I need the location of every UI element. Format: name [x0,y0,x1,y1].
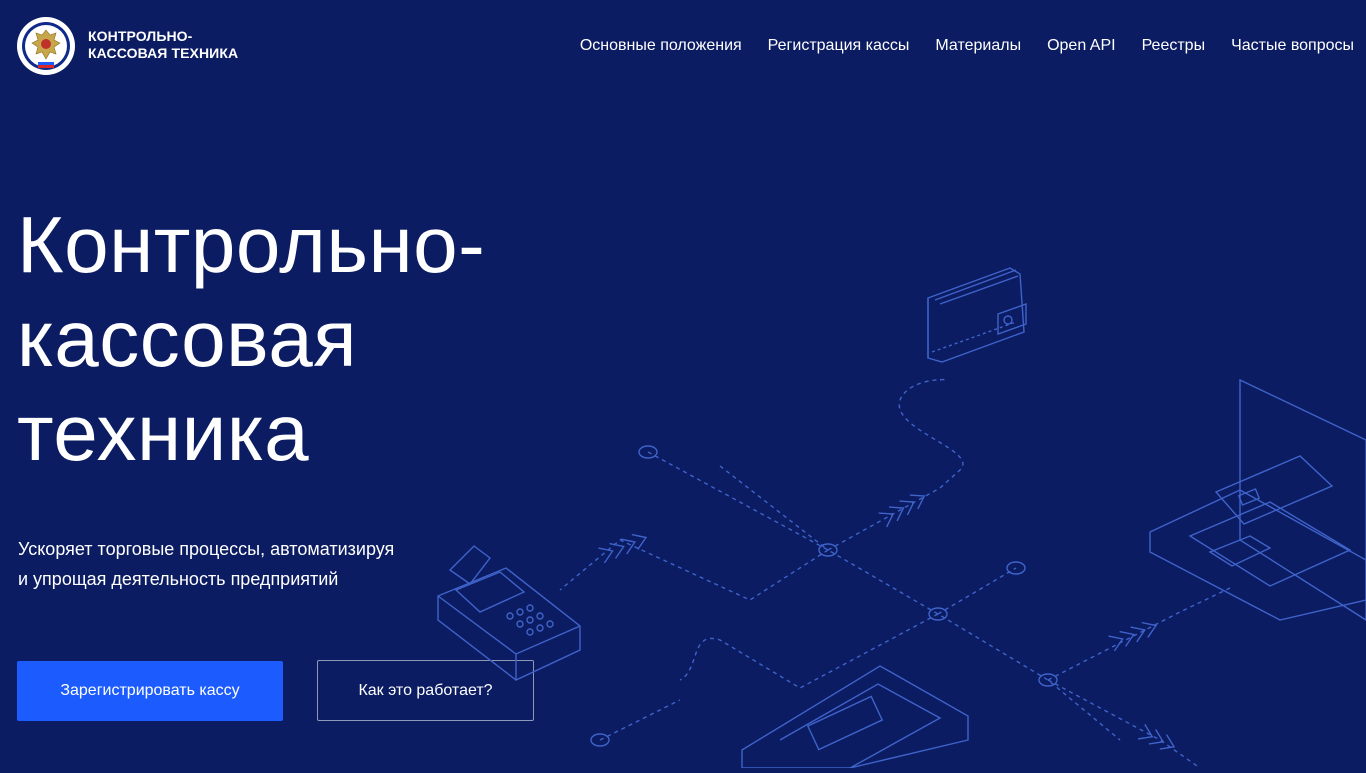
hero-subtitle-line-2: и упрощая деятельность предприятий [18,569,339,589]
logo-line-1: КОНТРОЛЬНО- [88,28,193,44]
emblem-icon [17,17,75,75]
hero-subtitle-line-1: Ускоряет торговые процессы, автоматизиру… [18,539,395,559]
nav-item-main-provisions[interactable]: Основные положения [580,36,742,56]
hero-title-line-3: техника [17,388,310,477]
wallet-icon [927,267,1027,363]
nav-item-faq[interactable]: Частые вопросы [1231,36,1354,56]
logo-line-2: КАССОВАЯ ТЕХНИКА [88,45,239,61]
nav-item-registries[interactable]: Реестры [1142,36,1206,56]
nav-item-register[interactable]: Регистрация кассы [768,36,910,56]
register-cash-register-button[interactable]: Зарегистрировать кассу [17,661,283,721]
connection-nodes [590,445,1058,747]
hero-title: Контрольно- кассовая техника [17,198,485,480]
connection-lines [559,378,1231,769]
hero-illustration [420,240,1366,769]
card-terminal-icon [437,545,581,681]
chevron-arrows-icon [598,494,1176,750]
nav-item-open-api[interactable]: Open API [1047,36,1116,56]
nav-item-materials[interactable]: Материалы [935,36,1021,56]
network-illustration [437,267,1366,769]
page: КОНТРОЛЬНО- КАССОВАЯ ТЕХНИКА Основные по… [0,0,1366,769]
hero-subtitle: Ускоряет торговые процессы, автоматизиру… [18,534,394,594]
laptop-icon [1149,378,1366,621]
logo-text: КОНТРОЛЬНО- КАССОВАЯ ТЕХНИКА [88,28,238,62]
hero-title-line-2: кассовая [17,294,358,383]
main-nav: Основные положения Регистрация кассы Мат… [580,36,1354,56]
site-header: КОНТРОЛЬНО- КАССОВАЯ ТЕХНИКА Основные по… [0,0,1366,92]
hero-title-line-1: Контрольно- [17,200,486,289]
smartphone-icon [741,665,969,769]
